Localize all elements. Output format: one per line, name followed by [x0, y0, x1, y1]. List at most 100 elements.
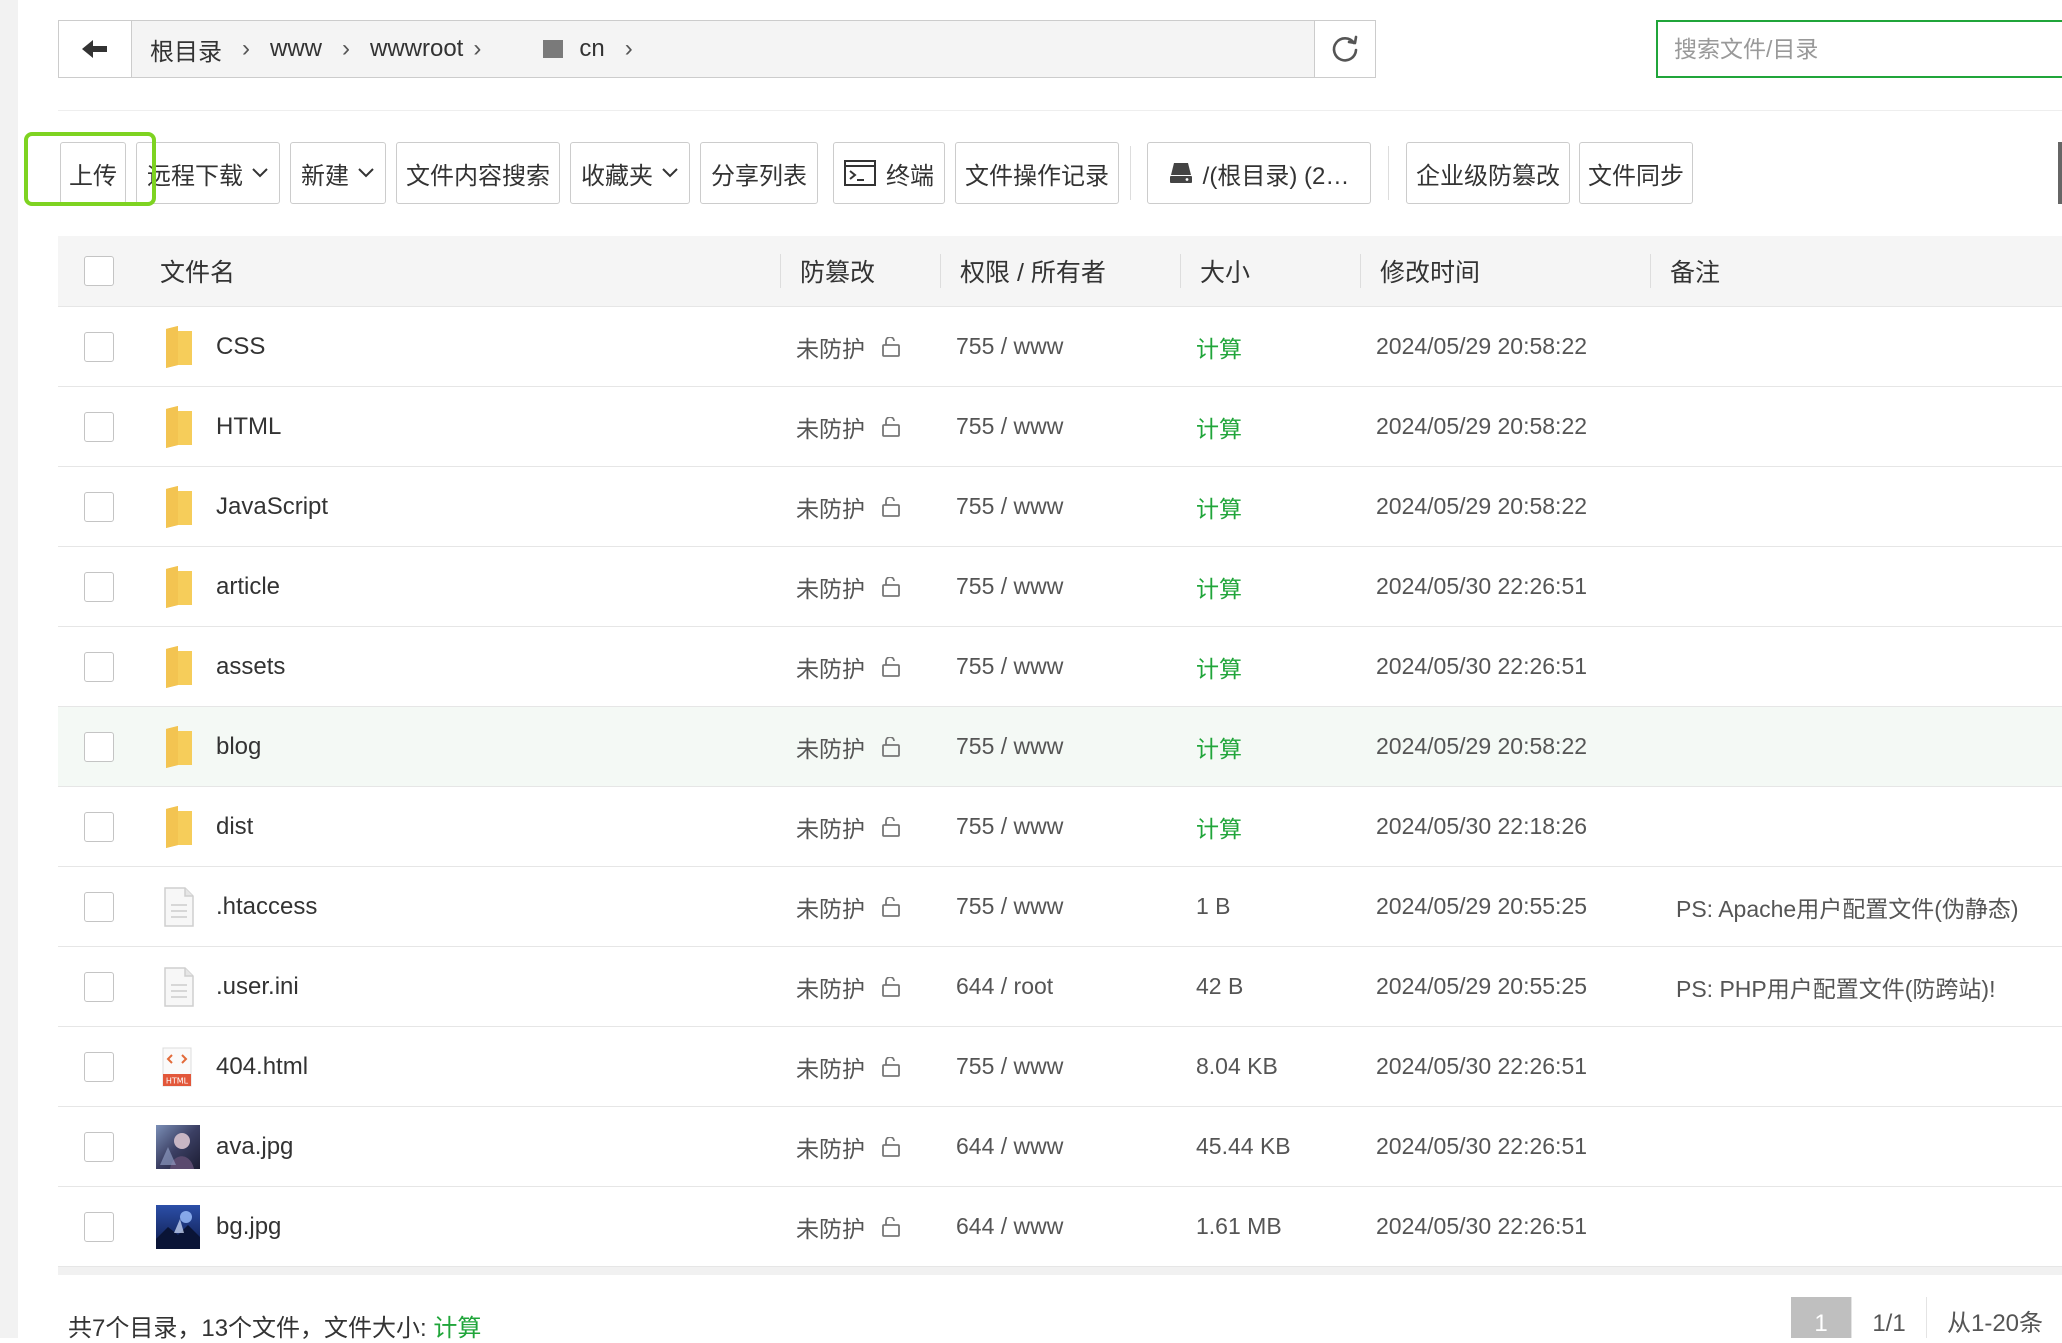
unlock-icon[interactable]	[881, 896, 903, 917]
perm-owner[interactable]: 755 / www	[956, 867, 1063, 946]
file-size: 1.61 MB	[1196, 1213, 1282, 1239]
unlock-icon[interactable]	[881, 976, 903, 997]
file-name[interactable]: bg.jpg	[216, 1187, 281, 1266]
perm-owner[interactable]: 755 / www	[956, 467, 1063, 546]
unlock-icon[interactable]	[881, 816, 903, 837]
table-row[interactable]: bg.jpg 未防护 644 / www 1.61 MB 2024/05/30 22:2…	[58, 1187, 2062, 1267]
table-row[interactable]: JavaScript 未防护 755 / www 计算 2024/05/29 20:58…	[58, 467, 2062, 547]
file-name[interactable]: .htaccess	[216, 867, 317, 946]
unlock-icon[interactable]	[881, 736, 903, 757]
file-size[interactable]: 计算	[1196, 707, 1242, 786]
file-sync-button[interactable]: 文件同步	[1579, 142, 1693, 204]
disk-button[interactable]: /(根目录) (2…	[1147, 142, 1371, 204]
perm-owner[interactable]: 755 / www	[956, 547, 1063, 626]
row-checkbox[interactable]	[84, 571, 114, 602]
file-name[interactable]: assets	[216, 627, 285, 706]
row-checkbox[interactable]	[84, 1051, 114, 1082]
table-row[interactable]: ava.jpg 未防护 644 / www 45.44 KB 2024/05/30 22…	[58, 1107, 2062, 1187]
row-checkbox[interactable]	[84, 971, 114, 1002]
file-name[interactable]: .user.ini	[216, 947, 299, 1026]
modified-time: 2024/05/30 22:26:51	[1376, 1053, 1588, 1079]
table-row[interactable]: HTML 未防护 755 / www 计算 2024/05/29 20:58:22	[58, 387, 2062, 467]
perm-owner[interactable]: 755 / www	[956, 627, 1063, 706]
header-name[interactable]: 文件名	[160, 236, 235, 306]
file-name[interactable]: article	[216, 547, 280, 626]
unlock-icon[interactable]	[881, 1136, 903, 1157]
perm-owner[interactable]: 755 / www	[956, 787, 1063, 866]
toolbar: 上传 远程下载 新建 文件内容搜索 收藏夹 分享列表 终端 文件操作记录 /(根…	[60, 142, 2062, 204]
unlock-icon[interactable]	[881, 1056, 903, 1077]
unlock-icon[interactable]	[881, 496, 903, 517]
file-name[interactable]: JavaScript	[216, 467, 328, 546]
row-checkbox[interactable]	[84, 731, 114, 762]
file-note[interactable]: PS: Apache用户配置文件(伪静态)	[1676, 867, 2019, 946]
breadcrumb-item-root[interactable]: 根目录	[146, 32, 226, 67]
file-name[interactable]: ava.jpg	[216, 1107, 293, 1186]
table-row[interactable]: dist 未防护 755 / www 计算 2024/05/30 22:18:26	[58, 787, 2062, 867]
file-name[interactable]: 404.html	[216, 1027, 308, 1106]
unlock-icon[interactable]	[881, 416, 903, 437]
row-checkbox[interactable]	[84, 1211, 114, 1242]
table-row[interactable]: .htaccess 未防护 755 / www 1 B 2024/05/29 20:55…	[58, 867, 2062, 947]
tamper-cell: 未防护	[796, 467, 903, 546]
perm-owner[interactable]: 755 / www	[956, 307, 1063, 386]
page-current[interactable]: 1	[1791, 1297, 1851, 1338]
row-checkbox[interactable]	[84, 811, 114, 842]
share-list-button[interactable]: 分享列表	[700, 142, 818, 204]
header-mtime[interactable]: 修改时间	[1380, 236, 1480, 306]
row-checkbox[interactable]	[84, 651, 114, 682]
remote-download-button[interactable]: 远程下载	[136, 142, 280, 204]
unlock-icon[interactable]	[881, 656, 903, 677]
table-row[interactable]: assets 未防护 755 / www 计算 2024/05/30 22:26:51	[58, 627, 2062, 707]
table-row[interactable]: .user.ini 未防护 644 / root 42 B 2024/05/29 20:…	[58, 947, 2062, 1027]
perm-owner[interactable]: 644 / www	[956, 1107, 1063, 1186]
perm-owner[interactable]: 644 / root	[956, 947, 1053, 1026]
op-log-button[interactable]: 文件操作记录	[955, 142, 1119, 204]
file-size[interactable]: 计算	[1196, 547, 1242, 626]
file-size[interactable]: 计算	[1196, 387, 1242, 466]
row-checkbox[interactable]	[84, 891, 114, 922]
favorites-button[interactable]: 收藏夹	[570, 142, 690, 204]
modified-time: 2024/05/29 20:58:22	[1376, 333, 1588, 359]
file-name[interactable]: blog	[216, 707, 261, 786]
tamper-status: 未防护	[796, 335, 865, 362]
file-note[interactable]: PS: PHP用户配置文件(防跨站)!	[1676, 947, 1995, 1026]
content-search-button[interactable]: 文件内容搜索	[396, 142, 560, 204]
perm-owner[interactable]: 644 / www	[956, 1187, 1063, 1266]
refresh-button[interactable]	[1314, 21, 1375, 77]
perm-owner[interactable]: 755 / www	[956, 387, 1063, 466]
breadcrumb-item-wwwroot[interactable]: wwwroot	[366, 35, 467, 63]
file-size[interactable]: 计算	[1196, 307, 1242, 386]
terminal-button[interactable]: 终端	[833, 142, 945, 204]
tamper-proof-button[interactable]: 企业级防篡改	[1406, 142, 1570, 204]
file-size[interactable]: 计算	[1196, 627, 1242, 706]
search-input[interactable]	[1658, 22, 2062, 76]
row-checkbox[interactable]	[84, 1131, 114, 1162]
table-row[interactable]: HTML 404.html 未防护 755 / www 8.04 KB 2024/05/3…	[58, 1027, 2062, 1107]
unlock-icon[interactable]	[881, 1216, 903, 1237]
header-size[interactable]: 大小	[1200, 236, 1250, 306]
row-checkbox[interactable]	[84, 491, 114, 522]
file-name[interactable]: CSS	[216, 307, 265, 386]
table-row[interactable]: CSS 未防护 755 / www 计算 2024/05/29 20:58:22	[58, 307, 2062, 387]
file-size[interactable]: 计算	[1196, 467, 1242, 546]
table-row[interactable]: blog 未防护 755 / www 计算 2024/05/29 20:58:22	[58, 707, 2062, 787]
file-name[interactable]: dist	[216, 787, 253, 866]
select-all-checkbox[interactable]	[84, 256, 114, 286]
back-button[interactable]	[59, 21, 132, 77]
breadcrumb-item-www[interactable]: www	[266, 35, 326, 63]
unlock-icon[interactable]	[881, 336, 903, 357]
file-name[interactable]: HTML	[216, 387, 281, 466]
table-row[interactable]: article 未防护 755 / www 计算 2024/05/30 22:26:51	[58, 547, 2062, 627]
header-note: 备注	[1670, 259, 1721, 287]
perm-owner[interactable]: 755 / www	[956, 707, 1063, 786]
row-checkbox[interactable]	[84, 331, 114, 362]
new-button[interactable]: 新建	[290, 142, 386, 204]
unlock-icon[interactable]	[881, 576, 903, 597]
file-size[interactable]: 计算	[1196, 787, 1242, 866]
row-checkbox[interactable]	[84, 411, 114, 442]
perm-owner[interactable]: 755 / www	[956, 1027, 1063, 1106]
upload-button[interactable]: 上传	[60, 142, 126, 204]
folder-icon	[164, 467, 194, 546]
breadcrumb-item-cn[interactable]: cn	[575, 35, 608, 63]
